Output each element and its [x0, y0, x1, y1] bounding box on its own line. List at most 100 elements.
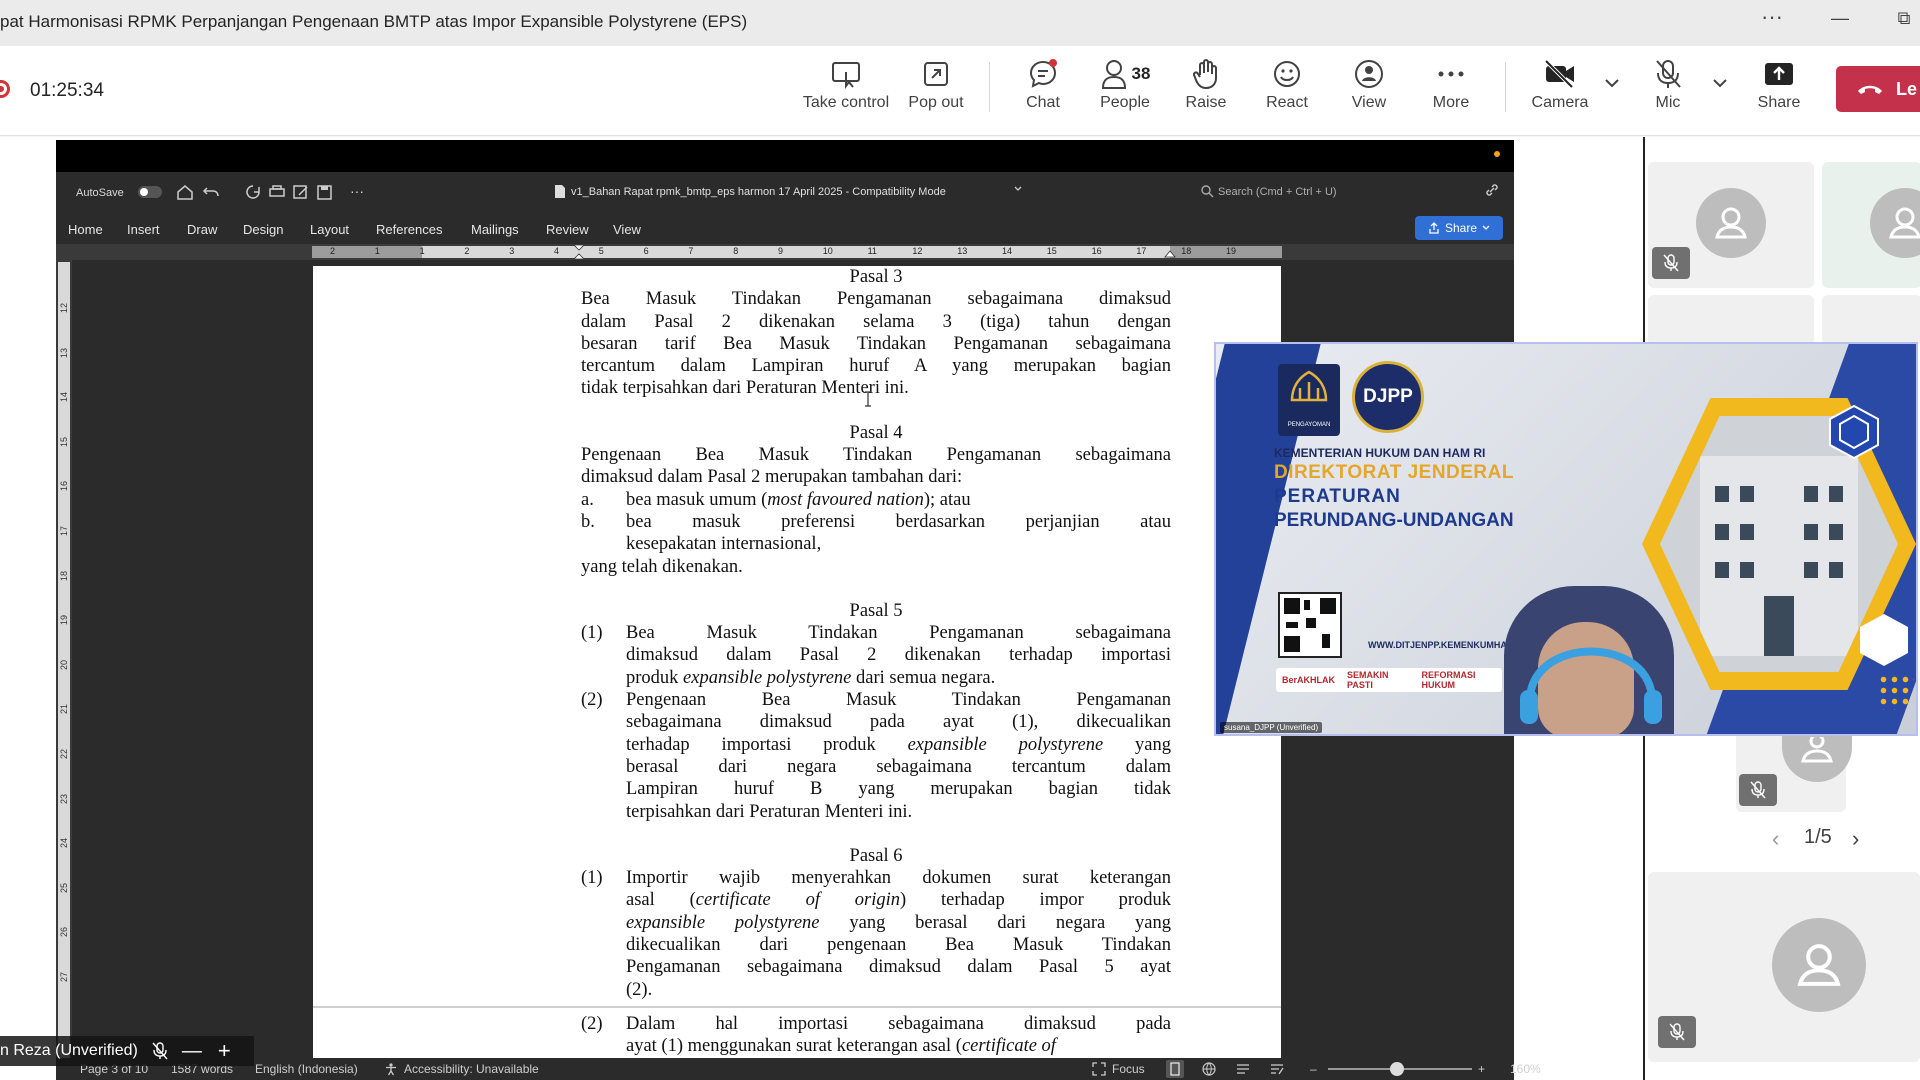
hexagon-icon	[1829, 404, 1879, 460]
word-share-button[interactable]: Share	[1415, 216, 1503, 240]
print-icon[interactable]	[268, 184, 286, 200]
zoom-in-button[interactable]: +	[1478, 1062, 1485, 1076]
people-count: 38	[1131, 64, 1151, 83]
ruler-number: 5	[598, 246, 604, 256]
list-item: b. bea masuk preferensi berdasarkan perj…	[581, 511, 1171, 555]
previous-page-button[interactable]: ‹	[1772, 826, 1779, 852]
teams-meeting-window: pat Harmonisasi RPMK Perpanjangan Pengen…	[0, 0, 1920, 1080]
print-layout-icon[interactable]	[1166, 1060, 1184, 1078]
redo-icon[interactable]	[244, 184, 262, 200]
list-item: (1) Importir wajib menyerahkan dokumen s…	[581, 868, 1171, 1000]
tab-home[interactable]: Home	[68, 222, 103, 237]
word-ribbon-tabs: Home Insert Draw Design Layout Reference…	[56, 214, 1514, 244]
list-item: a. bea masuk umum (most favoured nation)…	[581, 489, 971, 510]
tab-view[interactable]: View	[613, 222, 641, 237]
more-button[interactable]: More	[1430, 56, 1472, 126]
vertical-ruler-number: 24	[59, 838, 69, 849]
title-chevron-icon[interactable]	[1014, 186, 1022, 192]
language-indicator[interactable]: English (Indonesia)	[255, 1062, 358, 1076]
minimize-self-view-icon[interactable]: —	[182, 1040, 202, 1063]
share-icon	[1429, 222, 1439, 234]
share-button[interactable]: Share	[1756, 56, 1802, 126]
tab-insert[interactable]: Insert	[127, 222, 160, 237]
expand-self-view-icon[interactable]: +	[218, 1038, 231, 1064]
camera-options-chevron-icon[interactable]	[1604, 78, 1620, 88]
ruler-number: 15	[1046, 246, 1057, 256]
minimize-button[interactable]: —	[1820, 8, 1860, 29]
raise-hand-button[interactable]: Raise	[1184, 56, 1228, 126]
pop-out-button[interactable]: Pop out	[904, 56, 968, 126]
chat-button[interactable]: Chat	[1020, 56, 1066, 126]
more-options-icon[interactable]: ···	[1752, 4, 1792, 30]
camera-button[interactable]: Camera	[1530, 56, 1590, 126]
pop-out-icon	[921, 56, 951, 92]
react-button[interactable]: React	[1264, 56, 1310, 126]
participant-tile[interactable]	[1822, 295, 1920, 345]
ruler-number: 19	[1226, 246, 1237, 256]
participant-tile[interactable]	[1648, 295, 1814, 345]
mic-button[interactable]: Mic	[1648, 56, 1688, 126]
zoom-level[interactable]: 160%	[1510, 1062, 1541, 1076]
indent-marker-icon[interactable]	[573, 244, 585, 260]
ruler-number: 10	[822, 246, 833, 256]
accessibility-icon	[386, 1063, 396, 1076]
tab-layout[interactable]: Layout	[310, 222, 349, 237]
right-indent-marker-icon[interactable]	[1164, 248, 1176, 258]
document-title[interactable]: v1_Bahan Rapat rpmk_bmtp_eps harmon 17 A…	[571, 186, 946, 198]
take-control-button[interactable]: Take control	[800, 56, 892, 126]
link-icon[interactable]	[1484, 182, 1500, 198]
tab-mailings[interactable]: Mailings	[471, 222, 519, 237]
ruler-number: 17	[1136, 246, 1147, 256]
ruler-number: 1	[419, 246, 425, 256]
ruler-number: 7	[688, 246, 694, 256]
draft-icon[interactable]	[1270, 1062, 1284, 1076]
zoom-out-button[interactable]: –	[1310, 1062, 1317, 1076]
outline-icon[interactable]	[1236, 1062, 1250, 1076]
ruler-number: 3	[509, 246, 515, 256]
person-icon	[1715, 207, 1747, 239]
save-icon[interactable]	[316, 184, 334, 200]
white-hexagon-icon	[1860, 614, 1908, 666]
tab-references[interactable]: References	[376, 222, 442, 237]
leave-button[interactable]: Le	[1836, 66, 1920, 112]
presenter-name: susana_DJPP (Unverified)	[1220, 722, 1323, 733]
web-layout-icon[interactable]	[1202, 1062, 1216, 1076]
search-box[interactable]: Search (Cmd + Ctrl + U)	[1218, 186, 1337, 198]
focus-mode-button[interactable]: Focus	[1112, 1062, 1145, 1076]
raise-hand-icon	[1191, 56, 1221, 92]
tab-review[interactable]: Review	[546, 222, 589, 237]
next-page-button[interactable]: ›	[1852, 826, 1859, 852]
document-page[interactable]: Pasal 3 Bea Masuk Tindakan Pengamanan se…	[313, 266, 1281, 1066]
vertical-ruler-number: 15	[59, 436, 69, 447]
zoom-slider-thumb[interactable]	[1390, 1062, 1404, 1076]
accessibility-status[interactable]: Accessibility: Unavailable	[404, 1062, 539, 1076]
vertical-ruler-number: 25	[59, 882, 69, 893]
view-button[interactable]: View	[1348, 56, 1390, 126]
more-commands-icon[interactable]: ···	[350, 183, 364, 199]
pasal-5-heading: Pasal 5	[849, 600, 903, 621]
people-button[interactable]: 38 People	[1096, 56, 1154, 126]
document-text[interactable]: Pasal 3 Bea Masuk Tindakan Pengamanan se…	[581, 266, 1171, 1058]
chevron-down-icon	[1482, 225, 1490, 230]
tab-design[interactable]: Design	[243, 222, 283, 237]
tab-draw[interactable]: Draw	[187, 222, 217, 237]
mic-options-chevron-icon[interactable]	[1712, 78, 1728, 88]
website-url: WWW.DITJENPP.KEMENKUMHAM	[1368, 640, 1515, 650]
pasal-3-heading: Pasal 3	[849, 267, 903, 287]
mic-off-icon	[152, 1042, 168, 1060]
zoom-slider[interactable]	[1328, 1062, 1472, 1076]
restore-button[interactable]: ⧉	[1884, 8, 1920, 29]
presenter-video-tile[interactable]: PENGAYOMAN DJPP KEMENTERIAN HUKUM DAN HA…	[1214, 342, 1918, 736]
directorate-line-2: PERATURAN	[1274, 486, 1401, 507]
home-icon[interactable]	[176, 184, 194, 200]
undo-icon[interactable]	[202, 184, 220, 200]
title-bar: pat Harmonisasi RPMK Perpanjangan Pengen…	[0, 0, 1920, 46]
focus-icon	[1092, 1062, 1106, 1076]
pengayoman-logo: PENGAYOMAN	[1278, 364, 1340, 436]
ruler-number: 2	[464, 246, 470, 256]
text-cursor-icon	[865, 391, 871, 407]
autosave-toggle[interactable]	[138, 186, 162, 198]
ruler-number: 14	[1002, 246, 1013, 256]
edit-icon[interactable]	[292, 184, 310, 200]
ruler-number: 9	[778, 246, 784, 256]
